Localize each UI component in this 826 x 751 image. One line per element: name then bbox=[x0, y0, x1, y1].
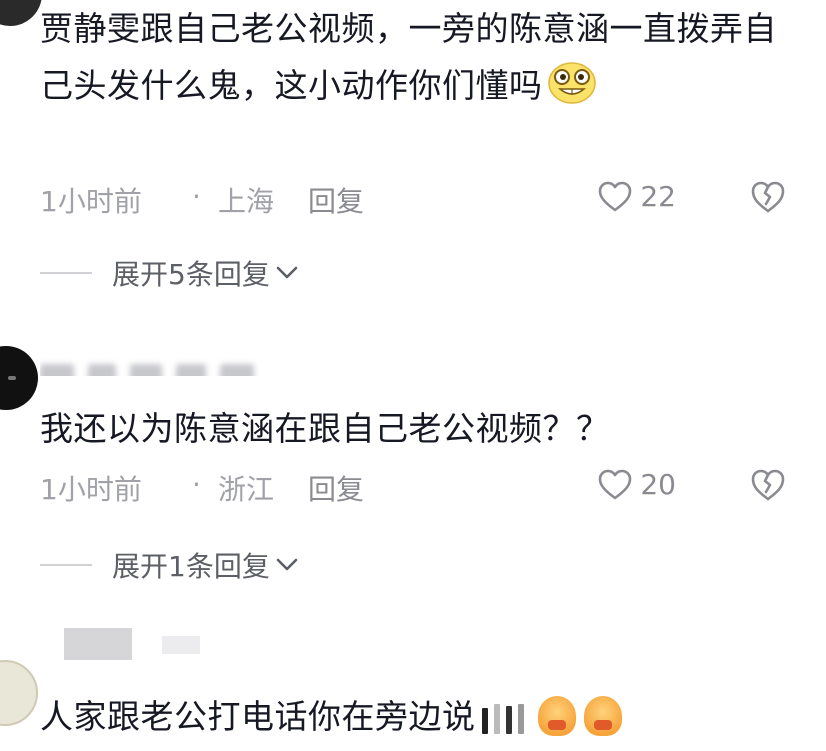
like-count: 20 bbox=[640, 468, 676, 501]
like-button[interactable]: 22 bbox=[598, 180, 676, 213]
comment-meta: 1小时前 · 上海 回复 22 bbox=[40, 180, 786, 220]
comment-overflow-glyphs bbox=[481, 694, 530, 751]
reply-button[interactable]: 回复 bbox=[308, 468, 364, 508]
meta-separator: · bbox=[192, 180, 201, 213]
comment-text: 人家跟老公打电话你在旁边说 bbox=[40, 688, 800, 751]
like-count: 22 bbox=[640, 180, 676, 213]
dislike-button[interactable] bbox=[750, 468, 786, 509]
comment-text: 贾静雯跟自己老公视频，一旁的陈意涵一直拨弄自己头发什么鬼，这小动作你们懂吗 bbox=[40, 0, 780, 114]
chevron-down-icon bbox=[276, 558, 298, 571]
dislike-button[interactable] bbox=[750, 180, 786, 221]
commenter-avatar[interactable] bbox=[0, 346, 38, 410]
comment-time: 1小时前 bbox=[40, 473, 142, 506]
commenter-name-redacted bbox=[40, 352, 270, 376]
commenter-avatar[interactable] bbox=[0, 660, 38, 726]
comment-body: 人家跟老公打电话你在旁边说 bbox=[40, 697, 476, 736]
commenter-avatar[interactable] bbox=[0, 0, 42, 26]
comment-text: 我还以为陈意涵在跟自己老公视频？？ bbox=[40, 409, 610, 448]
divider-line bbox=[40, 564, 92, 566]
commenter-name-redacted bbox=[64, 628, 132, 660]
expand-replies-label: 展开5条回复 bbox=[112, 258, 270, 291]
laughing-emoji-icon bbox=[537, 696, 576, 736]
expand-replies-button[interactable]: 展开1条回复 bbox=[40, 545, 298, 585]
heart-outline-icon bbox=[599, 181, 632, 211]
comment-location: 上海 bbox=[218, 185, 275, 218]
reply-button[interactable]: 回复 bbox=[308, 180, 364, 220]
commenter-badge-redacted bbox=[162, 636, 200, 654]
expand-replies-button[interactable]: 展开5条回复 bbox=[40, 253, 298, 293]
like-button[interactable]: 20 bbox=[598, 468, 676, 501]
broken-heart-icon bbox=[751, 469, 785, 501]
meta-separator: · bbox=[192, 468, 201, 501]
broken-heart-icon bbox=[751, 181, 785, 213]
comment-location: 浙江 bbox=[218, 473, 275, 506]
comment-time: 1小时前 bbox=[40, 185, 142, 218]
divider-line bbox=[40, 272, 92, 274]
chevron-down-icon bbox=[276, 266, 298, 279]
expand-replies-label: 展开1条回复 bbox=[112, 550, 270, 583]
heart-outline-icon bbox=[599, 469, 632, 499]
laughing-emoji-icon bbox=[583, 696, 622, 736]
comment-body: 贾静雯跟自己老公视频，一旁的陈意涵一直拨弄自己头发什么鬼，这小动作你们懂吗 bbox=[40, 9, 777, 105]
comment-meta: 1小时前 · 浙江 回复 20 bbox=[40, 468, 786, 508]
grinning-emoji-icon bbox=[547, 61, 597, 105]
